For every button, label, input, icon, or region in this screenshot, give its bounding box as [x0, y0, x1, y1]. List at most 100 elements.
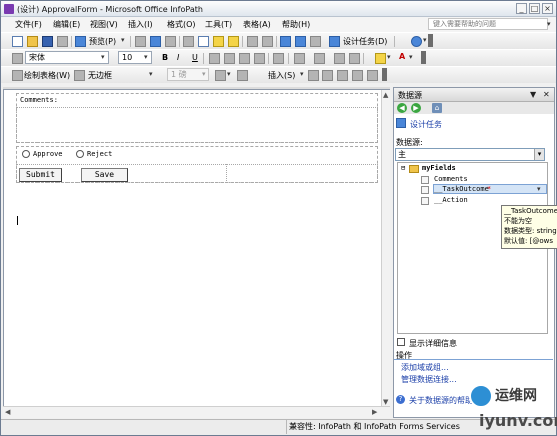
- menu-format[interactable]: 格式(O): [167, 19, 196, 30]
- data-source-help-link[interactable]: 关于数据源的帮助: [409, 395, 473, 406]
- split-cells-icon[interactable]: [322, 70, 333, 81]
- tree-node-taskoutcome[interactable]: __TaskOutcome: [434, 185, 489, 193]
- highlight-dropdown-icon[interactable]: ▾: [387, 53, 391, 61]
- menu-file[interactable]: 文件(F): [15, 19, 42, 30]
- print-icon[interactable]: [57, 36, 68, 47]
- border-color-dropdown-icon[interactable]: ▾: [227, 70, 231, 78]
- open-folder-icon[interactable]: [27, 36, 38, 47]
- font-size-dropdown-icon[interactable]: ▾: [144, 53, 148, 61]
- comments-textbox[interactable]: [16, 107, 378, 143]
- format-painter-icon[interactable]: [228, 36, 239, 47]
- cut-icon[interactable]: [183, 36, 194, 47]
- bulleted-list-icon[interactable]: [314, 53, 325, 64]
- node-dropdown-icon[interactable]: ▾: [537, 185, 541, 193]
- font-color-dropdown-icon[interactable]: ▾: [409, 53, 413, 61]
- manage-connections-link[interactable]: 管理数据连接...: [401, 374, 457, 385]
- bold-button[interactable]: B: [162, 53, 168, 62]
- tree-expander-icon[interactable]: ⊟: [401, 164, 405, 172]
- menu-insert[interactable]: 插入(I): [128, 19, 153, 30]
- picture-icon[interactable]: [310, 36, 321, 47]
- numbered-list-icon[interactable]: [294, 53, 305, 64]
- menu-edit[interactable]: 编辑(E): [53, 19, 80, 30]
- help-search-input[interactable]: 键入需要帮助的问题: [428, 18, 548, 30]
- align-right-icon[interactable]: [239, 53, 250, 64]
- hyperlink-icon[interactable]: [280, 36, 291, 47]
- help-dropdown-icon[interactable]: ▾: [423, 36, 427, 44]
- preview-button[interactable]: 预览(P): [89, 36, 116, 47]
- scroll-down-icon[interactable]: ▼: [383, 398, 388, 406]
- submit-button[interactable]: Submit: [19, 168, 62, 182]
- back-icon[interactable]: ◀: [397, 103, 407, 113]
- data-source-dropdown-icon[interactable]: ▾: [534, 149, 544, 160]
- border-style-dropdown-icon[interactable]: ▾: [149, 70, 153, 78]
- menu-view[interactable]: 视图(V): [90, 19, 118, 30]
- table-properties-icon[interactable]: [367, 70, 378, 81]
- underline-button[interactable]: U: [192, 53, 198, 62]
- forward-icon[interactable]: ▶: [411, 103, 421, 113]
- font-color-icon[interactable]: A: [399, 52, 405, 61]
- menu-tools[interactable]: 工具(T): [205, 19, 232, 30]
- horizontal-scrollbar[interactable]: [3, 406, 390, 418]
- show-details-checkbox[interactable]: [397, 338, 405, 346]
- align-center-icon[interactable]: [224, 53, 235, 64]
- decrease-indent-icon[interactable]: [334, 53, 345, 64]
- research-icon[interactable]: [165, 36, 176, 47]
- redo-icon[interactable]: [262, 36, 273, 47]
- menu-table[interactable]: 表格(A): [243, 19, 271, 30]
- merge-cells-icon[interactable]: [308, 70, 319, 81]
- scroll-left-icon[interactable]: ◀: [5, 408, 10, 416]
- task-pane-close-icon[interactable]: ✕: [543, 90, 550, 99]
- italic-button[interactable]: I: [177, 53, 179, 62]
- toolbar-options-handle[interactable]: [428, 34, 433, 47]
- print-preview-icon[interactable]: [135, 36, 146, 47]
- spelling-icon[interactable]: [150, 36, 161, 47]
- design-tasks-link[interactable]: 设计任务: [410, 119, 442, 130]
- paste-icon[interactable]: [213, 36, 224, 47]
- approve-radio[interactable]: [22, 150, 30, 158]
- home-icon[interactable]: ⌂: [432, 103, 442, 113]
- design-tasks-icon[interactable]: [329, 36, 340, 47]
- font-name-dropdown-icon[interactable]: ▾: [101, 53, 105, 61]
- draw-table-button[interactable]: 绘制表格(W): [24, 70, 70, 81]
- font-name-select[interactable]: 宋体: [25, 51, 109, 64]
- border-color-icon[interactable]: [215, 70, 226, 81]
- maximize-button[interactable]: □: [529, 3, 540, 14]
- align-left-icon[interactable]: [209, 53, 220, 64]
- draw-table-icon[interactable]: [12, 70, 23, 81]
- preview-dropdown-icon[interactable]: ▾: [121, 36, 125, 44]
- preview-icon[interactable]: [75, 36, 86, 47]
- toolbar-options-handle[interactable]: [421, 51, 426, 64]
- increase-indent-icon[interactable]: [349, 53, 360, 64]
- design-tasks-button[interactable]: 设计任务(D): [343, 36, 387, 47]
- reject-radio[interactable]: [76, 150, 84, 158]
- insert-dropdown-icon[interactable]: ▾: [300, 70, 304, 78]
- styles-icon[interactable]: [12, 53, 23, 64]
- border-width-dropdown-icon[interactable]: ▾: [202, 70, 206, 78]
- data-source-select[interactable]: 主: [395, 148, 545, 161]
- tree-node-myfields[interactable]: myFields: [422, 164, 456, 172]
- menu-help[interactable]: 帮助(H): [282, 19, 310, 30]
- copy-icon[interactable]: [198, 36, 209, 47]
- insert-table-button[interactable]: 插入(S): [268, 70, 295, 81]
- align-middle-icon[interactable]: [352, 70, 363, 81]
- scroll-right-icon[interactable]: ▶: [372, 408, 377, 416]
- table-icon[interactable]: [295, 36, 306, 47]
- toolbar-options-handle[interactable]: [382, 68, 387, 81]
- justify-icon[interactable]: [254, 53, 265, 64]
- minimize-button[interactable]: _: [516, 3, 527, 14]
- highlight-icon[interactable]: [375, 53, 386, 64]
- align-top-icon[interactable]: [337, 70, 348, 81]
- help-dropdown-icon[interactable]: ▾: [547, 20, 551, 28]
- eraser-icon[interactable]: [74, 70, 85, 81]
- save-button[interactable]: Save: [81, 168, 128, 182]
- help-icon[interactable]: [411, 36, 422, 47]
- undo-icon[interactable]: [247, 36, 258, 47]
- add-field-link[interactable]: 添加域或组...: [401, 362, 449, 373]
- close-button[interactable]: ×: [542, 3, 553, 14]
- tree-node-action[interactable]: __Action: [434, 196, 468, 204]
- border-style-button[interactable]: 无边框: [88, 70, 112, 81]
- scroll-up-icon[interactable]: ▲: [383, 91, 388, 99]
- tree-node-comments[interactable]: Comments: [434, 175, 468, 183]
- vertical-scrollbar[interactable]: [381, 90, 390, 406]
- task-pane-menu-icon[interactable]: ▼: [530, 90, 536, 99]
